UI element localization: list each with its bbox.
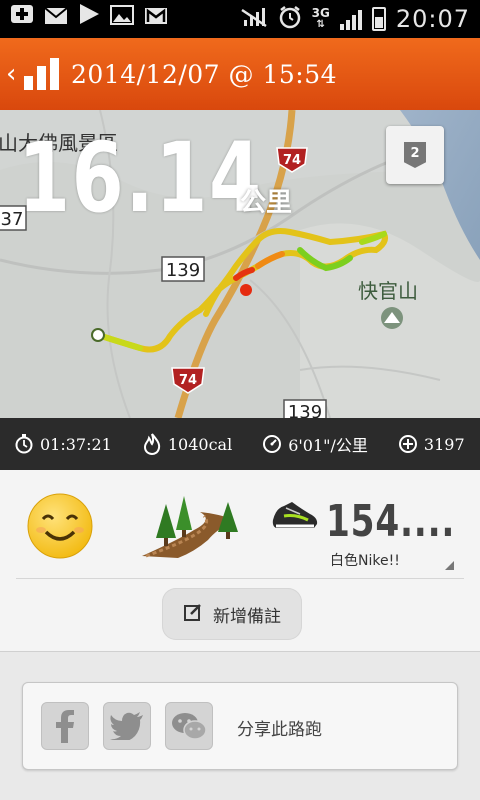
svg-text:74: 74	[179, 373, 197, 388]
wechat-icon	[172, 713, 207, 740]
share-route-label: 分享此路跑	[237, 720, 322, 740]
activity-bars-icon[interactable]	[24, 58, 59, 90]
shoe-name[interactable]: 白色Nike!!	[330, 550, 400, 570]
divider	[16, 578, 464, 579]
flame-icon	[142, 433, 162, 455]
distance-unit: 公里	[240, 188, 293, 218]
stopwatch-icon	[14, 434, 34, 454]
svg-text:74: 74	[283, 153, 301, 168]
record-badge-button[interactable]: 2	[386, 126, 444, 184]
back-chevron-icon[interactable]: ‹	[0, 59, 22, 89]
no-signal-icon	[240, 6, 268, 33]
app-bar: ‹ 2014/12/07 @ 15:54	[0, 38, 480, 110]
add-note-label: 新增備註	[213, 606, 281, 627]
3g-icon: 3G ⇅	[311, 6, 330, 30]
stats-bar: 01:37:21 1040cal 6'01"/公里 3197	[0, 418, 480, 470]
mood-smiley-icon[interactable]	[26, 492, 94, 564]
mail-icon	[44, 0, 68, 38]
run-details-panel: 154.... 白色Nike!! 新增備註	[0, 470, 480, 652]
run-start-marker	[91, 328, 105, 342]
add-note-button[interactable]: 新增備註	[162, 588, 302, 640]
route-139-label-mid: 139	[161, 256, 205, 282]
mountain-icon	[381, 307, 403, 329]
run-datetime-title: 2014/12/07 @ 15:54	[71, 59, 338, 89]
svg-text:139: 139	[166, 260, 200, 281]
svg-text:139: 139	[288, 402, 322, 418]
distance-value: 16.14	[18, 122, 263, 234]
wechat-share-button[interactable]	[165, 702, 213, 750]
badge-number: 2	[404, 142, 426, 168]
shoe-icon[interactable]	[270, 494, 320, 542]
shoe-distance: 154....	[326, 496, 456, 547]
shoe-dropdown-indicator-icon[interactable]	[445, 561, 454, 570]
speedometer-icon	[262, 434, 282, 454]
run-end-marker	[240, 284, 252, 296]
plus-circle-icon	[398, 434, 418, 454]
facebook-icon	[56, 710, 74, 743]
battery-icon	[371, 7, 386, 31]
play-icon	[78, 0, 100, 38]
fuel-stat: 3197	[398, 434, 465, 454]
twitter-share-button[interactable]	[103, 702, 151, 750]
route-map[interactable]: 74 74 139 139 37 山大佛風景區 快官山 16.14 公里 2	[0, 110, 480, 418]
gmail-icon	[144, 0, 168, 38]
alarm-icon	[278, 5, 302, 34]
signal-icon	[339, 8, 362, 30]
route-139-label-bottom: 139	[283, 399, 327, 418]
twitter-icon	[110, 712, 143, 740]
edit-icon	[183, 602, 203, 627]
status-time: 20:07	[395, 5, 470, 33]
calories-stat: 1040cal	[142, 433, 232, 455]
pace-stat: 6'01"/公里	[262, 432, 368, 456]
peak-label: 快官山	[358, 279, 418, 303]
duration-stat: 01:37:21	[14, 434, 112, 454]
add-icon	[10, 0, 34, 38]
image-icon	[110, 0, 134, 38]
facebook-share-button[interactable]	[41, 702, 89, 750]
status-bar: 3G ⇅ 20:07	[0, 0, 480, 38]
trail-terrain-icon[interactable]	[138, 490, 242, 564]
share-panel: 分享此路跑	[22, 682, 458, 770]
